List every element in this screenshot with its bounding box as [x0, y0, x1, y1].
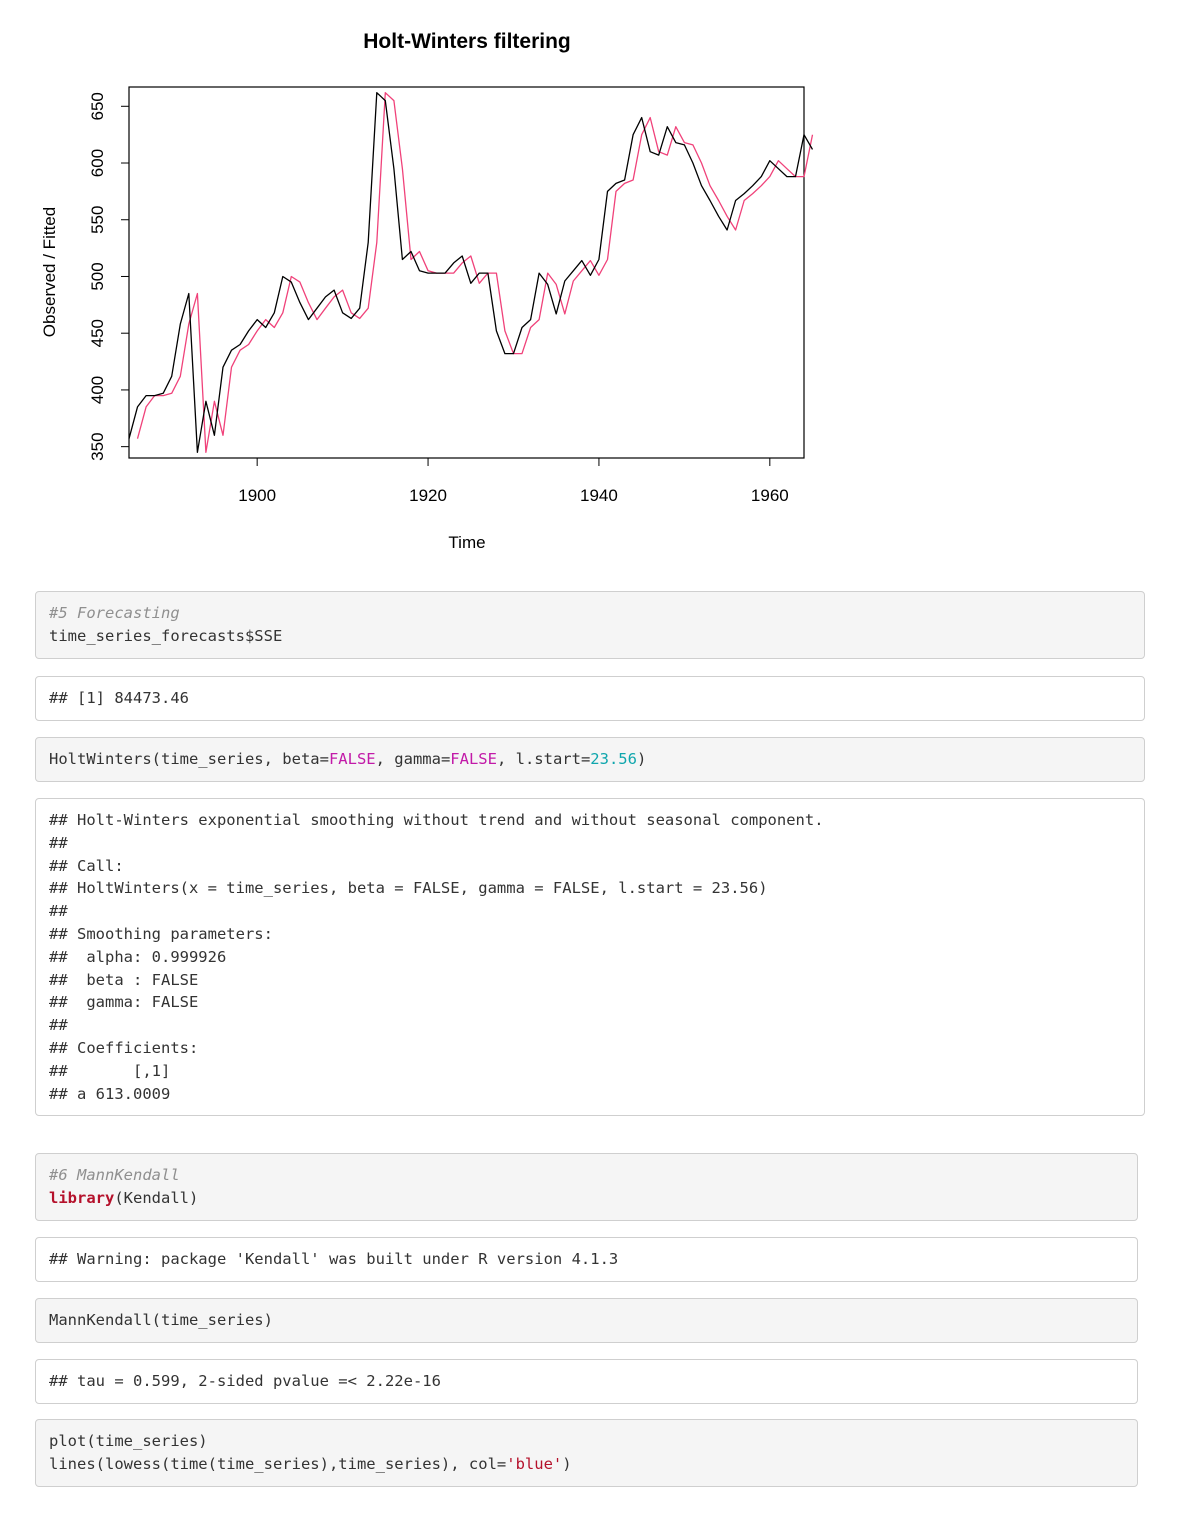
- code-line: HoltWinters(time_series, beta=FALSE, gam…: [49, 748, 1131, 771]
- code-chunk: plot(time_series) lines(lowess(time(time_…: [35, 1419, 1138, 1487]
- code-line: time_series_forecasts$SSE: [49, 625, 1131, 648]
- code-token: , gamma=: [375, 750, 451, 768]
- output-line: ##: [49, 832, 1131, 855]
- y-tick-label: 500: [88, 262, 107, 290]
- code-token: ## Call:: [49, 856, 124, 875]
- code-chunk: HoltWinters(time_series, beta=FALSE, gam…: [35, 737, 1145, 782]
- code-token: ## Smoothing parameters:: [49, 924, 273, 943]
- x-tick-label: 1900: [238, 486, 276, 505]
- output-line: ## tau = 0.599, 2-sided pvalue =< 2.22e-…: [49, 1370, 1124, 1393]
- code-token: ##: [49, 833, 68, 852]
- code-token: ## alpha: 0.999926: [49, 947, 227, 966]
- code-token: ## Warning: package 'Kendall' was built …: [49, 1250, 619, 1268]
- y-tick-label: 550: [88, 206, 107, 234]
- code-token: (Kendall): [114, 1188, 199, 1207]
- y-tick-label: 350: [88, 432, 107, 460]
- code-token: ): [562, 1454, 572, 1473]
- x-tick-label: 1960: [751, 486, 789, 505]
- x-tick-label: 1940: [580, 486, 618, 505]
- y-tick-label: 600: [88, 149, 107, 177]
- axis-layer: 1900 1920 1940 1960 350 400 450 500 550 600 650: [88, 92, 789, 505]
- output-chunk: ## [1] 84473.46: [35, 676, 1145, 721]
- code-token: ## gamma: FALSE: [49, 993, 199, 1012]
- code-token: ## a 613.0009: [49, 1084, 171, 1103]
- code-token: ## tau = 0.599, 2-sided pvalue =< 2.22e-…: [49, 1372, 441, 1390]
- code-token: ## Holt-Winters exponential smoothing wi…: [49, 811, 824, 829]
- y-tick-label: 650: [88, 92, 107, 120]
- output-chunk: ## Warning: package 'Kendall' was built …: [35, 1237, 1138, 1282]
- holt-winters-chart: Holt-Winters filtering 1900 1920 1940 1960 3…: [40, 30, 814, 552]
- output-line: ## Call:: [49, 855, 1131, 878]
- code-chunk: #6 MannKendall library(Kendall): [35, 1153, 1138, 1221]
- y-tick-label: 450: [88, 319, 107, 347]
- output-chunk: ## tau = 0.599, 2-sided pvalue =< 2.22e-…: [35, 1359, 1138, 1404]
- code-token: FALSE: [450, 750, 497, 768]
- output-line: ## HoltWinters(x = time_series, beta = F…: [49, 877, 1131, 900]
- series-line-observed: [128, 92, 814, 453]
- code-line: #5 Forecasting: [49, 602, 1131, 625]
- code-token: ## Coefficients:: [49, 1038, 199, 1057]
- code-token: library: [49, 1188, 115, 1207]
- code-token: ## beta : FALSE: [49, 970, 199, 989]
- output-line: ## Coefficients:: [49, 1037, 1131, 1060]
- code-token: , l.start=: [496, 750, 591, 768]
- code-token: 'blue': [506, 1454, 563, 1473]
- x-axis-label: Time: [448, 533, 485, 552]
- code-line: plot(time_series): [49, 1430, 1124, 1453]
- output-chunk: ## Holt-Winters exponential smoothing wi…: [35, 798, 1145, 1117]
- code-token: plot(time_series): [49, 1432, 208, 1450]
- code-token: #5 Forecasting: [49, 604, 180, 622]
- code-token: MannKendall(time_series): [49, 1311, 273, 1329]
- code-line: lines(lowess(time(time_series),time_seri…: [49, 1453, 1124, 1476]
- code-line: #6 MannKendall: [49, 1164, 1124, 1187]
- code-token: ##: [49, 1016, 68, 1035]
- code-chunk: MannKendall(time_series): [35, 1298, 1138, 1343]
- code-line: MannKendall(time_series): [49, 1309, 1124, 1332]
- code-token: 23.56: [590, 750, 637, 768]
- output-line: ## Holt-Winters exponential smoothing wi…: [49, 809, 1131, 832]
- code-token: ##: [49, 902, 68, 921]
- chart-title: Holt-Winters filtering: [363, 30, 570, 53]
- code-line: library(Kendall): [49, 1187, 1124, 1210]
- code-token: ## [,1]: [49, 1061, 171, 1080]
- series-layer: [128, 92, 814, 453]
- code-token: ## [1] 84473.46: [49, 689, 189, 707]
- code-token: ): [636, 750, 647, 768]
- code-token: FALSE: [328, 750, 376, 768]
- series-line-fitted: [136, 92, 814, 453]
- code-token: lines(lowess(time(time_series),time_seri…: [49, 1454, 507, 1473]
- output-line: ## beta : FALSE: [49, 969, 1131, 992]
- output-line: ## [,1]: [49, 1060, 1131, 1083]
- code-chunk: #5 Forecasting time_series_forecasts$SSE: [35, 591, 1145, 659]
- output-line: ##: [49, 900, 1131, 923]
- output-line: ## Smoothing parameters:: [49, 923, 1131, 946]
- output-line: ## [1] 84473.46: [49, 687, 1131, 710]
- x-tick-label: 1920: [409, 486, 447, 505]
- y-tick-label: 400: [88, 376, 107, 404]
- output-line: ## alpha: 0.999926: [49, 946, 1131, 969]
- code-token: #6 MannKendall: [49, 1166, 180, 1184]
- output-line: ##: [49, 1014, 1131, 1037]
- output-line: ## a 613.0009: [49, 1083, 1131, 1106]
- output-line: ## Warning: package 'Kendall' was built …: [49, 1248, 1124, 1271]
- output-line: ## gamma: FALSE: [49, 991, 1131, 1014]
- code-token: ## HoltWinters(x = time_series, beta = F…: [49, 879, 768, 898]
- y-axis-label: Observed / Fitted: [40, 207, 59, 337]
- plot-frame: [128, 86, 805, 459]
- code-token: time_series_forecasts$SSE: [49, 626, 283, 645]
- code-token: HoltWinters(time_series, beta=: [49, 750, 329, 768]
